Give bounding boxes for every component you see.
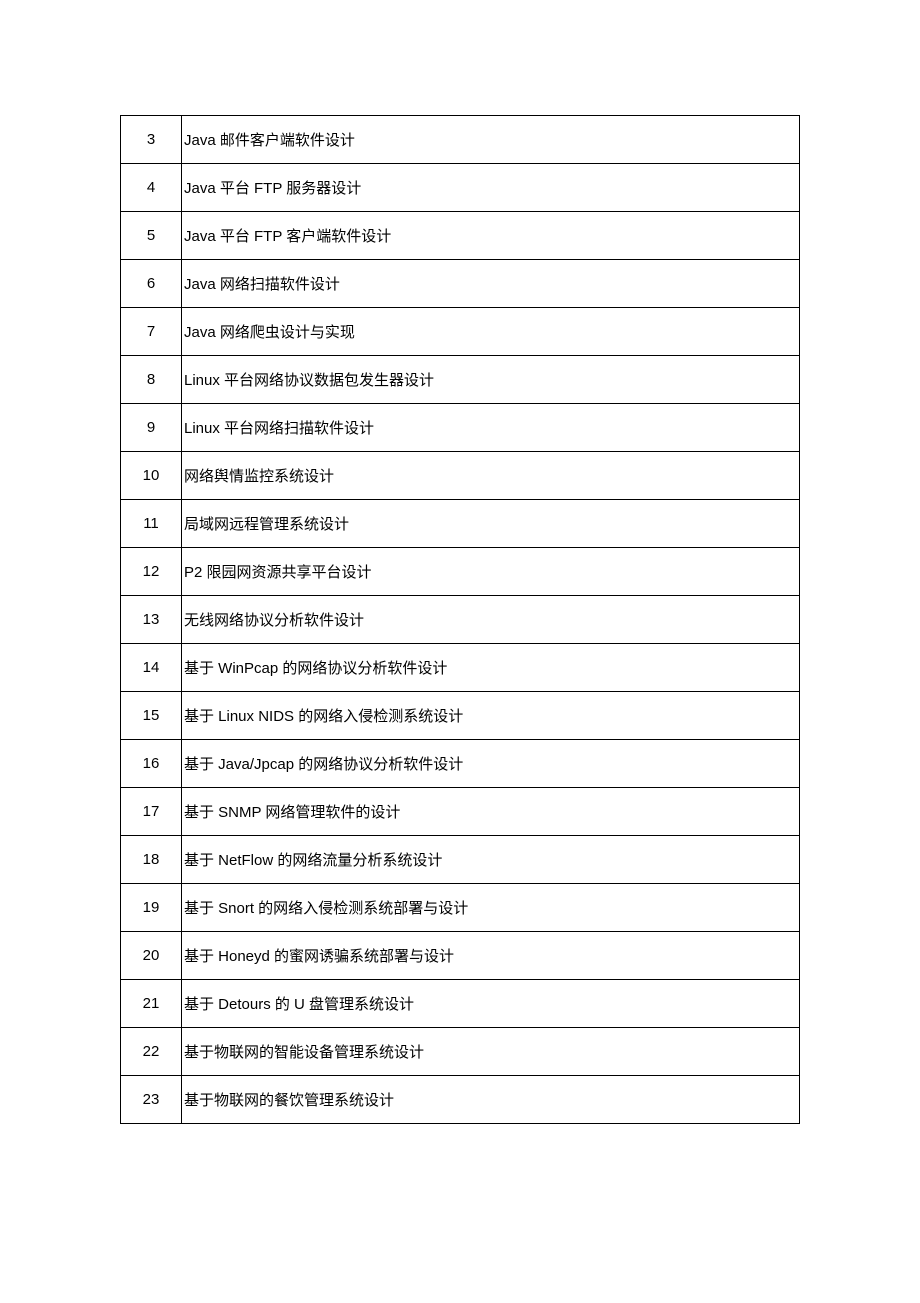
row-description: Java 网络扫描软件设计 [182,260,800,308]
row-number: 4 [121,164,182,212]
row-description: Java 网络爬虫设计与实现 [182,308,800,356]
table-row: 23基于物联网的餐饮管理系统设计 [121,1076,800,1124]
row-number: 18 [121,836,182,884]
row-number: 21 [121,980,182,1028]
table-row: 14基于 WinPcap 的网络协议分析软件设计 [121,644,800,692]
row-description: Linux 平台网络协议数据包发生器设计 [182,356,800,404]
table-row: 10网络舆情监控系统设计 [121,452,800,500]
row-description: 基于 SNMP 网络管理软件的设计 [182,788,800,836]
row-number: 9 [121,404,182,452]
table-row: 17基于 SNMP 网络管理软件的设计 [121,788,800,836]
row-number: 6 [121,260,182,308]
row-description: 网络舆情监控系统设计 [182,452,800,500]
row-number: 8 [121,356,182,404]
table-row: 5Java 平台 FTP 客户端软件设计 [121,212,800,260]
row-description: 基于 Honeyd 的蜜网诱骗系统部署与设计 [182,932,800,980]
row-description: 基于 Snort 的网络入侵检测系统部署与设计 [182,884,800,932]
table-row: 19基于 Snort 的网络入侵检测系统部署与设计 [121,884,800,932]
table-row: 7Java 网络爬虫设计与实现 [121,308,800,356]
row-description: 基于 Java/Jpcap 的网络协议分析软件设计 [182,740,800,788]
row-number: 7 [121,308,182,356]
row-number: 22 [121,1028,182,1076]
table-row: 13无线网络协议分析软件设计 [121,596,800,644]
row-number: 19 [121,884,182,932]
row-description: Java 平台 FTP 客户端软件设计 [182,212,800,260]
table-row: 15基于 Linux NIDS 的网络入侵检测系统设计 [121,692,800,740]
row-number: 14 [121,644,182,692]
row-number: 15 [121,692,182,740]
table-row: 20基于 Honeyd 的蜜网诱骗系统部署与设计 [121,932,800,980]
topics-table-body: 3Java 邮件客户端软件设计 4Java 平台 FTP 服务器设计 5Java… [121,116,800,1124]
table-row: 12P2 限园网资源共享平台设计 [121,548,800,596]
row-description: Java 邮件客户端软件设计 [182,116,800,164]
row-description: Linux 平台网络扫描软件设计 [182,404,800,452]
row-description: 基于 Detours 的 U 盘管理系统设计 [182,980,800,1028]
topics-table: 3Java 邮件客户端软件设计 4Java 平台 FTP 服务器设计 5Java… [120,115,800,1124]
table-row: 22基于物联网的智能设备管理系统设计 [121,1028,800,1076]
table-row: 18基于 NetFlow 的网络流量分析系统设计 [121,836,800,884]
row-number: 17 [121,788,182,836]
table-row: 3Java 邮件客户端软件设计 [121,116,800,164]
row-description: 基于物联网的智能设备管理系统设计 [182,1028,800,1076]
row-number: 20 [121,932,182,980]
table-row: 8Linux 平台网络协议数据包发生器设计 [121,356,800,404]
document-page: 3Java 邮件客户端软件设计 4Java 平台 FTP 服务器设计 5Java… [0,0,920,1244]
row-description: P2 限园网资源共享平台设计 [182,548,800,596]
row-number: 13 [121,596,182,644]
row-number: 16 [121,740,182,788]
table-row: 9Linux 平台网络扫描软件设计 [121,404,800,452]
row-description: 基于物联网的餐饮管理系统设计 [182,1076,800,1124]
row-description: 基于 Linux NIDS 的网络入侵检测系统设计 [182,692,800,740]
row-description: 基于 WinPcap 的网络协议分析软件设计 [182,644,800,692]
table-row: 16基于 Java/Jpcap 的网络协议分析软件设计 [121,740,800,788]
table-row: 21基于 Detours 的 U 盘管理系统设计 [121,980,800,1028]
table-row: 4Java 平台 FTP 服务器设计 [121,164,800,212]
row-description: Java 平台 FTP 服务器设计 [182,164,800,212]
row-number: 23 [121,1076,182,1124]
table-row: 11局域网远程管理系统设计 [121,500,800,548]
table-row: 6Java 网络扫描软件设计 [121,260,800,308]
row-number: 5 [121,212,182,260]
row-number: 10 [121,452,182,500]
row-number: 11 [121,500,182,548]
row-number: 3 [121,116,182,164]
row-number: 12 [121,548,182,596]
row-description: 局域网远程管理系统设计 [182,500,800,548]
row-description: 基于 NetFlow 的网络流量分析系统设计 [182,836,800,884]
row-description: 无线网络协议分析软件设计 [182,596,800,644]
